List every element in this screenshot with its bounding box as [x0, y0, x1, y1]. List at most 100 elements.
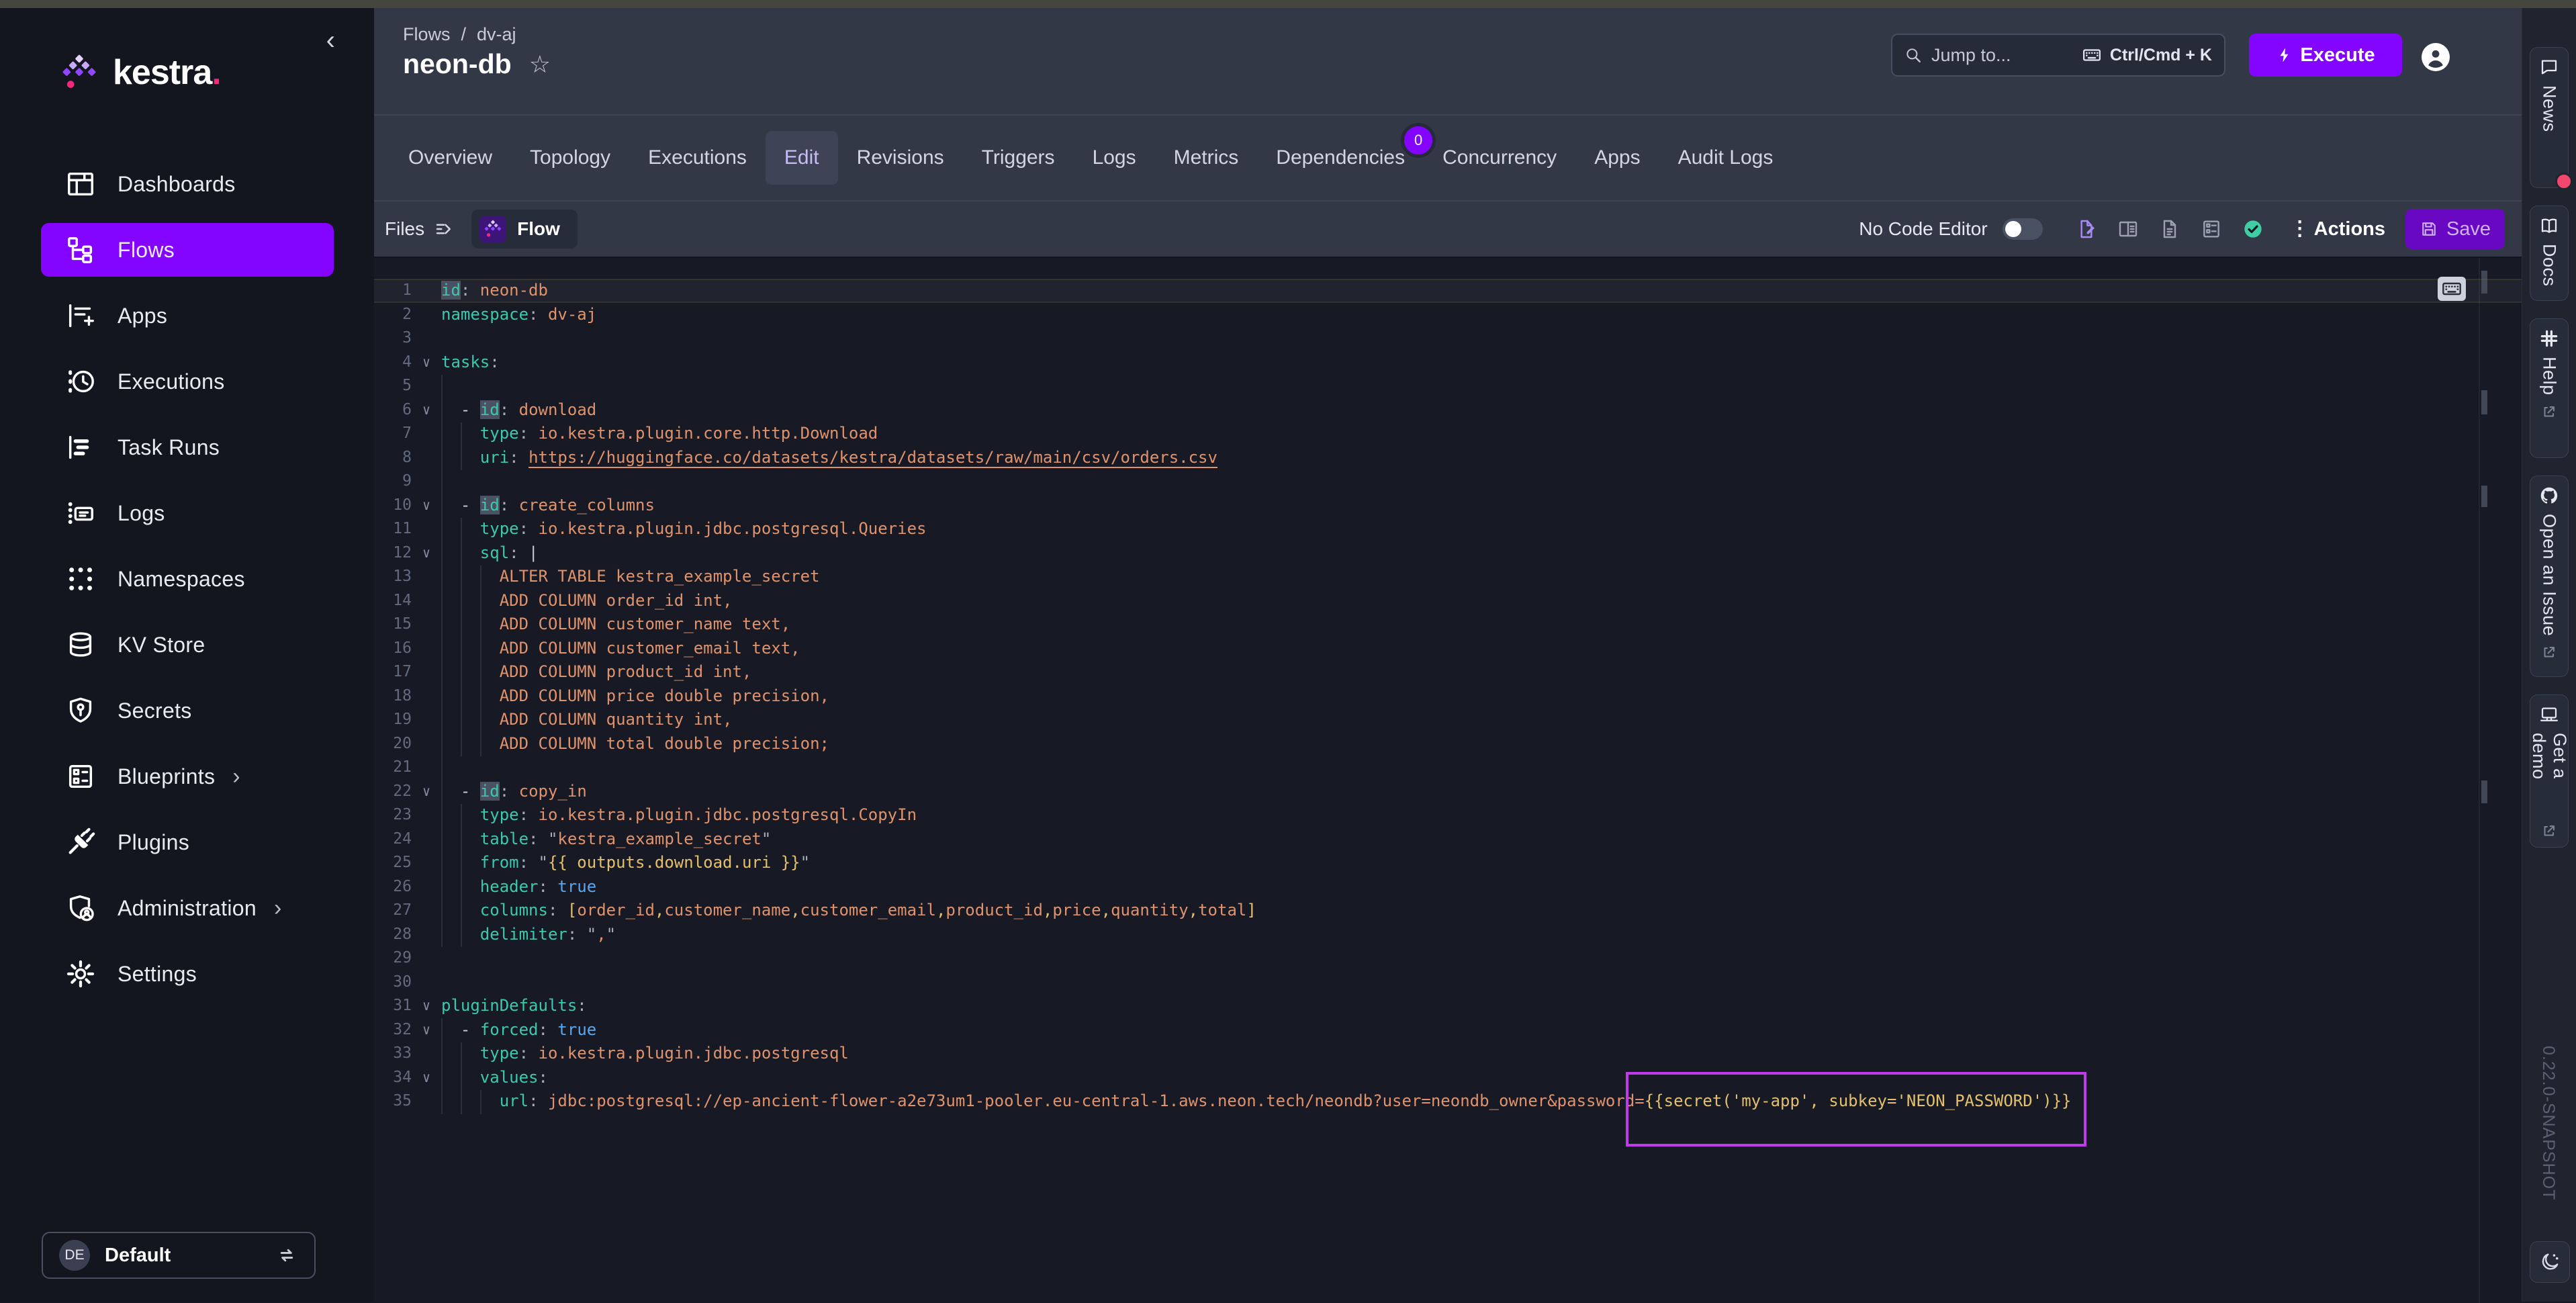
fold-chevron-icon[interactable]: ∨ — [412, 398, 441, 422]
theme-toggle-button[interactable] — [2530, 1241, 2570, 1283]
code-lines[interactable]: 1id: neon-db2namespace: dv-aj34∨tasks:56… — [374, 279, 2522, 1114]
tab-triggers[interactable]: Triggers — [963, 131, 1074, 185]
code-line-20[interactable]: 20 ADD COLUMN total double precision; — [374, 732, 2522, 756]
search-input[interactable]: Jump to... Ctrl/Cmd + K — [1891, 34, 2225, 77]
tab-executions[interactable]: Executions — [629, 131, 766, 185]
code-line-28[interactable]: 28 delimiter: "," — [374, 923, 2522, 947]
fold-chevron-icon[interactable]: ∨ — [412, 994, 441, 1018]
fold-chevron-icon[interactable]: ∨ — [412, 494, 441, 518]
sidebar-collapse-icon[interactable]: ‹ — [326, 27, 335, 54]
sidebar-item-administration[interactable]: Administration› — [41, 881, 334, 935]
favorite-star-icon[interactable]: ☆ — [529, 52, 551, 77]
code-line-19[interactable]: 19 ADD COLUMN quantity int, — [374, 708, 2522, 732]
code-line-17[interactable]: 17 ADD COLUMN product_id int, — [374, 660, 2522, 684]
files-panel-button[interactable]: Files — [385, 218, 454, 240]
code-line-4[interactable]: 4∨tasks: — [374, 351, 2522, 375]
code-line-1[interactable]: 1id: neon-db — [374, 279, 2522, 303]
line-number: 25 — [374, 851, 412, 875]
code-line-13[interactable]: 13 ALTER TABLE kestra_example_secret — [374, 565, 2522, 589]
code-line-26[interactable]: 26 header: true — [374, 875, 2522, 899]
save-button[interactable]: Save — [2405, 209, 2505, 249]
code-line-3[interactable]: 3 — [374, 326, 2522, 351]
code-line-16[interactable]: 16 ADD COLUMN customer_email text, — [374, 637, 2522, 661]
code-line-12[interactable]: 12∨ sql: | — [374, 541, 2522, 566]
execute-button[interactable]: Execute — [2249, 34, 2402, 77]
breadcrumb-flows[interactable]: Flows — [403, 24, 451, 45]
rail-button-get-a-demo[interactable]: Get a demo — [2530, 694, 2569, 848]
tab-revisions[interactable]: Revisions — [838, 131, 963, 185]
code-line-21[interactable]: 21 — [374, 756, 2522, 780]
code-line-11[interactable]: 11 type: io.kestra.plugin.jdbc.postgresq… — [374, 517, 2522, 541]
rail-button-open-an-issue[interactable]: Open an Issue — [2530, 476, 2569, 677]
code-line-27[interactable]: 27 columns: [order_id,customer_name,cust… — [374, 899, 2522, 923]
code-line-7[interactable]: 7 type: io.kestra.plugin.core.http.Downl… — [374, 422, 2522, 446]
code-line-23[interactable]: 23 type: io.kestra.plugin.jdbc.postgresq… — [374, 803, 2522, 827]
fold-chevron-icon[interactable]: ∨ — [412, 541, 441, 566]
tab-topology[interactable]: Topology — [511, 131, 629, 185]
tab-apps[interactable]: Apps — [1575, 131, 1659, 185]
sidebar-item-flows[interactable]: Flows — [41, 223, 334, 277]
tab-overview[interactable]: Overview — [389, 131, 511, 185]
flow-editor-tab[interactable]: Flow — [471, 210, 578, 249]
rail-button-help[interactable]: Help — [2530, 318, 2569, 458]
sidebar-item-namespaces[interactable]: Namespaces — [41, 552, 334, 606]
code-editor[interactable]: 1id: neon-db2namespace: dv-aj34∨tasks:56… — [374, 257, 2522, 1303]
sidebar-item-task-runs[interactable]: Task Runs — [41, 420, 334, 474]
code-line-32[interactable]: 32∨ - forced: true — [374, 1018, 2522, 1042]
code-line-10[interactable]: 10∨ - id: create_columns — [374, 494, 2522, 518]
code-line-15[interactable]: 15 ADD COLUMN customer_name text, — [374, 613, 2522, 637]
fold-chevron-icon[interactable]: ∨ — [412, 780, 441, 804]
tenant-selector[interactable]: DE Default — [42, 1232, 316, 1279]
code-line-22[interactable]: 22∨ - id: copy_in — [374, 780, 2522, 804]
tab-metrics[interactable]: Metrics — [1155, 131, 1258, 185]
split-view-icon[interactable] — [2117, 218, 2139, 240]
code-line-34[interactable]: 34∨ values: — [374, 1066, 2522, 1090]
code-line-24[interactable]: 24 table: "kestra_example_secret" — [374, 827, 2522, 852]
code-line-8[interactable]: 8 uri: https://huggingface.co/datasets/k… — [374, 446, 2522, 470]
code-line-35[interactable]: 35 url: jdbc:postgresql://ep-ancient-flo… — [374, 1089, 2522, 1114]
fold-chevron-icon[interactable]: ∨ — [412, 1066, 441, 1090]
sidebar-item-plugins[interactable]: Plugins — [41, 815, 334, 869]
sidebar-item-logs[interactable]: Logs — [41, 486, 334, 540]
sidebar-item-executions[interactable]: Executions — [41, 355, 334, 408]
code-line-9[interactable]: 9 — [374, 469, 2522, 494]
actions-menu-button[interactable]: ⋮ Actions — [2290, 218, 2385, 240]
sidebar-item-kv-store[interactable]: KV Store — [41, 618, 334, 672]
code-line-33[interactable]: 33 type: io.kestra.plugin.jdbc.postgresq… — [374, 1042, 2522, 1066]
tab-concurrency[interactable]: Concurrency — [1424, 131, 1575, 185]
switch-tenant-icon[interactable] — [275, 1244, 298, 1267]
fold-chevron-icon[interactable]: ∨ — [412, 351, 441, 375]
code-text: columns: [order_id,customer_name,custome… — [441, 899, 1256, 923]
tab-audit-logs[interactable]: Audit Logs — [1659, 131, 1792, 185]
no-code-editor-toggle[interactable] — [2003, 218, 2043, 240]
code-line-5[interactable]: 5 — [374, 374, 2522, 398]
code-line-2[interactable]: 2namespace: dv-aj — [374, 303, 2522, 327]
file-edit-icon[interactable] — [2076, 218, 2097, 240]
kestra-logo[interactable]: kestra. — [58, 51, 221, 94]
rail-button-news[interactable]: News — [2530, 47, 2569, 188]
file-icon[interactable] — [2159, 218, 2180, 240]
validation-check-icon[interactable] — [2242, 218, 2264, 240]
tab-logs[interactable]: Logs — [1074, 131, 1155, 185]
sidebar-item-label: Administration — [118, 896, 257, 921]
form-icon[interactable] — [2201, 218, 2222, 240]
tab-dependencies[interactable]: Dependencies0 — [1257, 131, 1424, 185]
rail-button-docs[interactable]: Docs — [2530, 206, 2569, 301]
code-line-30[interactable]: 30 — [374, 971, 2522, 995]
code-line-14[interactable]: 14 ADD COLUMN order_id int, — [374, 589, 2522, 613]
code-line-6[interactable]: 6∨ - id: download — [374, 398, 2522, 422]
sidebar-item-apps[interactable]: Apps — [41, 289, 334, 343]
sidebar-item-secrets[interactable]: Secrets — [41, 684, 334, 737]
code-line-31[interactable]: 31∨pluginDefaults: — [374, 994, 2522, 1018]
fold-chevron-icon[interactable]: ∨ — [412, 1018, 441, 1042]
sidebar-item-settings[interactable]: Settings — [41, 947, 334, 1001]
user-avatar[interactable] — [2422, 43, 2450, 71]
breadcrumb-namespace[interactable]: dv-aj — [477, 24, 516, 45]
code-line-18[interactable]: 18 ADD COLUMN price double precision, — [374, 684, 2522, 709]
keyboard-icon[interactable] — [2438, 277, 2466, 301]
code-line-25[interactable]: 25 from: "{{ outputs.download.uri }}" — [374, 851, 2522, 875]
sidebar-item-dashboards[interactable]: Dashboards — [41, 157, 334, 211]
code-line-29[interactable]: 29 — [374, 946, 2522, 971]
tab-edit[interactable]: Edit — [766, 131, 838, 185]
sidebar-item-blueprints[interactable]: Blueprints› — [41, 750, 334, 803]
